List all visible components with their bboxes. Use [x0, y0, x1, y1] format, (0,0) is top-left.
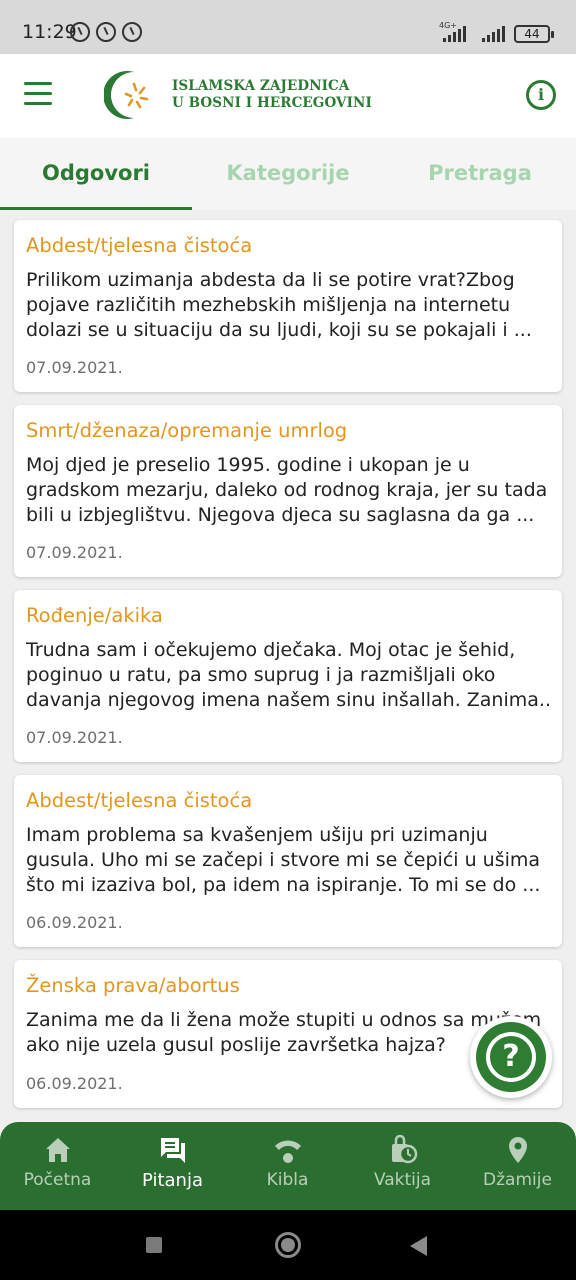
- excerpt-line: Zanima me da li žena može stupiti u odno…: [26, 1009, 542, 1031]
- excerpt-line: gusula. Uho mi se začepi i stvore mi se …: [26, 849, 541, 871]
- card-excerpt: Moj djed je preselio 1995. godine i ukop…: [26, 453, 552, 528]
- compass-icon: [275, 1140, 301, 1163]
- tab-odgovori[interactable]: Odgovori: [0, 138, 192, 210]
- card-excerpt: Prilikom uzimanja abdesta da li se potir…: [26, 268, 552, 343]
- excerpt-line: davanja njegovog imena našem sinu inšall…: [26, 689, 552, 711]
- card-category: Abdest/tjelesna čistoća: [26, 234, 253, 257]
- excerpt-line: poginuo u ratu, pa smo suprug i ja razmi…: [26, 664, 496, 686]
- card-excerpt: Imam problema sa kvašenjem ušiju pri uzi…: [26, 823, 552, 898]
- logo-line-2: U BOSNI I HERCEGOVINI: [172, 95, 372, 111]
- logo-text: ISLAMSKA ZAJEDNICA U BOSNI I HERCEGOVINI: [172, 78, 372, 112]
- timer-icon: [96, 22, 116, 42]
- excerpt-line: pojave različitih mezhebskih mišljenja n…: [26, 294, 511, 316]
- signal-icon: [482, 24, 505, 42]
- menu-button[interactable]: [24, 82, 58, 110]
- ask-question-button[interactable]: ?: [470, 1016, 552, 1098]
- clock-icon: [392, 1134, 418, 1164]
- home-button[interactable]: [275, 1232, 301, 1258]
- excerpt-line: Imam problema sa kvašenjem ušiju pri uzi…: [26, 824, 488, 846]
- status-icons: [70, 22, 142, 42]
- battery-icon: 44: [514, 25, 554, 43]
- card-excerpt: Trudna sam i očekujemo dječaka. Moj otac…: [26, 638, 552, 713]
- app-bar: ISLAMSKA ZAJEDNICA U BOSNI I HERCEGOVINI…: [0, 54, 576, 138]
- info-button[interactable]: i: [526, 80, 556, 110]
- excerpt-line: Prilikom uzimanja abdesta da li se potir…: [26, 269, 515, 291]
- tab-pretraga[interactable]: Pretraga: [384, 138, 576, 210]
- excerpt-line: bili u izbjeglištvu. Njegova djeca su sa…: [26, 504, 535, 526]
- status-bar: 11:29 4G+ 44: [0, 0, 576, 54]
- location-icon: [509, 1137, 527, 1163]
- menu-icon: [24, 82, 58, 105]
- tab-indicator: [0, 207, 192, 210]
- card-category: Rođenje/akika: [26, 604, 163, 627]
- tab-label: Pretraga: [428, 161, 532, 185]
- recents-button[interactable]: [146, 1237, 162, 1253]
- nav-label: Početna: [23, 1170, 92, 1190]
- excerpt-line: gradskom mezarju, daleko od rodnog kraja…: [26, 479, 548, 501]
- nav-label: Džamije: [483, 1170, 552, 1190]
- nav-label: Pitanja: [142, 1170, 203, 1191]
- nav-pitanja[interactable]: Pitanja: [115, 1122, 230, 1210]
- status-time: 11:29: [22, 21, 77, 43]
- card-date: 07.09.2021.: [26, 728, 123, 747]
- nav-vaktija[interactable]: Vaktija: [345, 1122, 460, 1210]
- excerpt-line: što mi izaziva bol, pa idem na ispiranje…: [26, 874, 541, 896]
- tab-label: Kategorije: [226, 161, 350, 185]
- card-date: 07.09.2021.: [26, 358, 123, 377]
- nav-dzamije[interactable]: Džamije: [460, 1122, 575, 1210]
- question-card[interactable]: Rođenje/akika Trudna sam i očekujemo dje…: [14, 590, 562, 762]
- nav-pocetna[interactable]: Početna: [0, 1122, 115, 1210]
- card-category: Smrt/dženaza/opremanje umrlog: [26, 419, 348, 442]
- chat-icon: [161, 1138, 185, 1163]
- data-saver-icon: [122, 22, 142, 42]
- tab-bar: Odgovori Kategorije Pretraga: [0, 138, 576, 210]
- excerpt-line: dolazi se u situaciju da su ljudi, koji …: [26, 319, 532, 341]
- nav-kibla[interactable]: Kibla: [230, 1122, 345, 1210]
- nav-label: Vaktija: [373, 1170, 432, 1190]
- question-card[interactable]: Abdest/tjelesna čistoća Prilikom uzimanj…: [14, 220, 562, 392]
- card-date: 06.09.2021.: [26, 913, 123, 932]
- tab-kategorije[interactable]: Kategorije: [192, 138, 384, 210]
- question-card[interactable]: Smrt/dženaza/opremanje umrlog Moj djed j…: [14, 405, 562, 577]
- question-card[interactable]: Abdest/tjelesna čistoća Imam problema sa…: [14, 775, 562, 947]
- card-date: 07.09.2021.: [26, 543, 123, 562]
- excerpt-line: Trudna sam i očekujemo dječaka. Moj otac…: [26, 639, 516, 661]
- help-icon: ?: [486, 1032, 536, 1082]
- excerpt-line: Moj djed je preselio 1995. godine i ukop…: [26, 454, 470, 476]
- home-icon: [46, 1138, 70, 1162]
- signal-icon: [443, 24, 466, 42]
- back-button[interactable]: [410, 1236, 427, 1256]
- info-icon: i: [537, 85, 545, 104]
- tab-label: Odgovori: [41, 161, 150, 185]
- system-navigation-bar: [0, 1210, 576, 1280]
- logo-line-1: ISLAMSKA ZAJEDNICA: [172, 78, 350, 94]
- bottom-navigation: Početna Pitanja Kibla Vaktija Džamije: [0, 1122, 576, 1210]
- card-category: Ženska prava/abortus: [26, 974, 240, 997]
- card-category: Abdest/tjelesna čistoća: [26, 789, 253, 812]
- nav-label: Kibla: [266, 1170, 309, 1190]
- alarm-icon: [70, 22, 90, 42]
- card-date: 06.09.2021.: [26, 1074, 123, 1093]
- logo-icon: [104, 71, 149, 119]
